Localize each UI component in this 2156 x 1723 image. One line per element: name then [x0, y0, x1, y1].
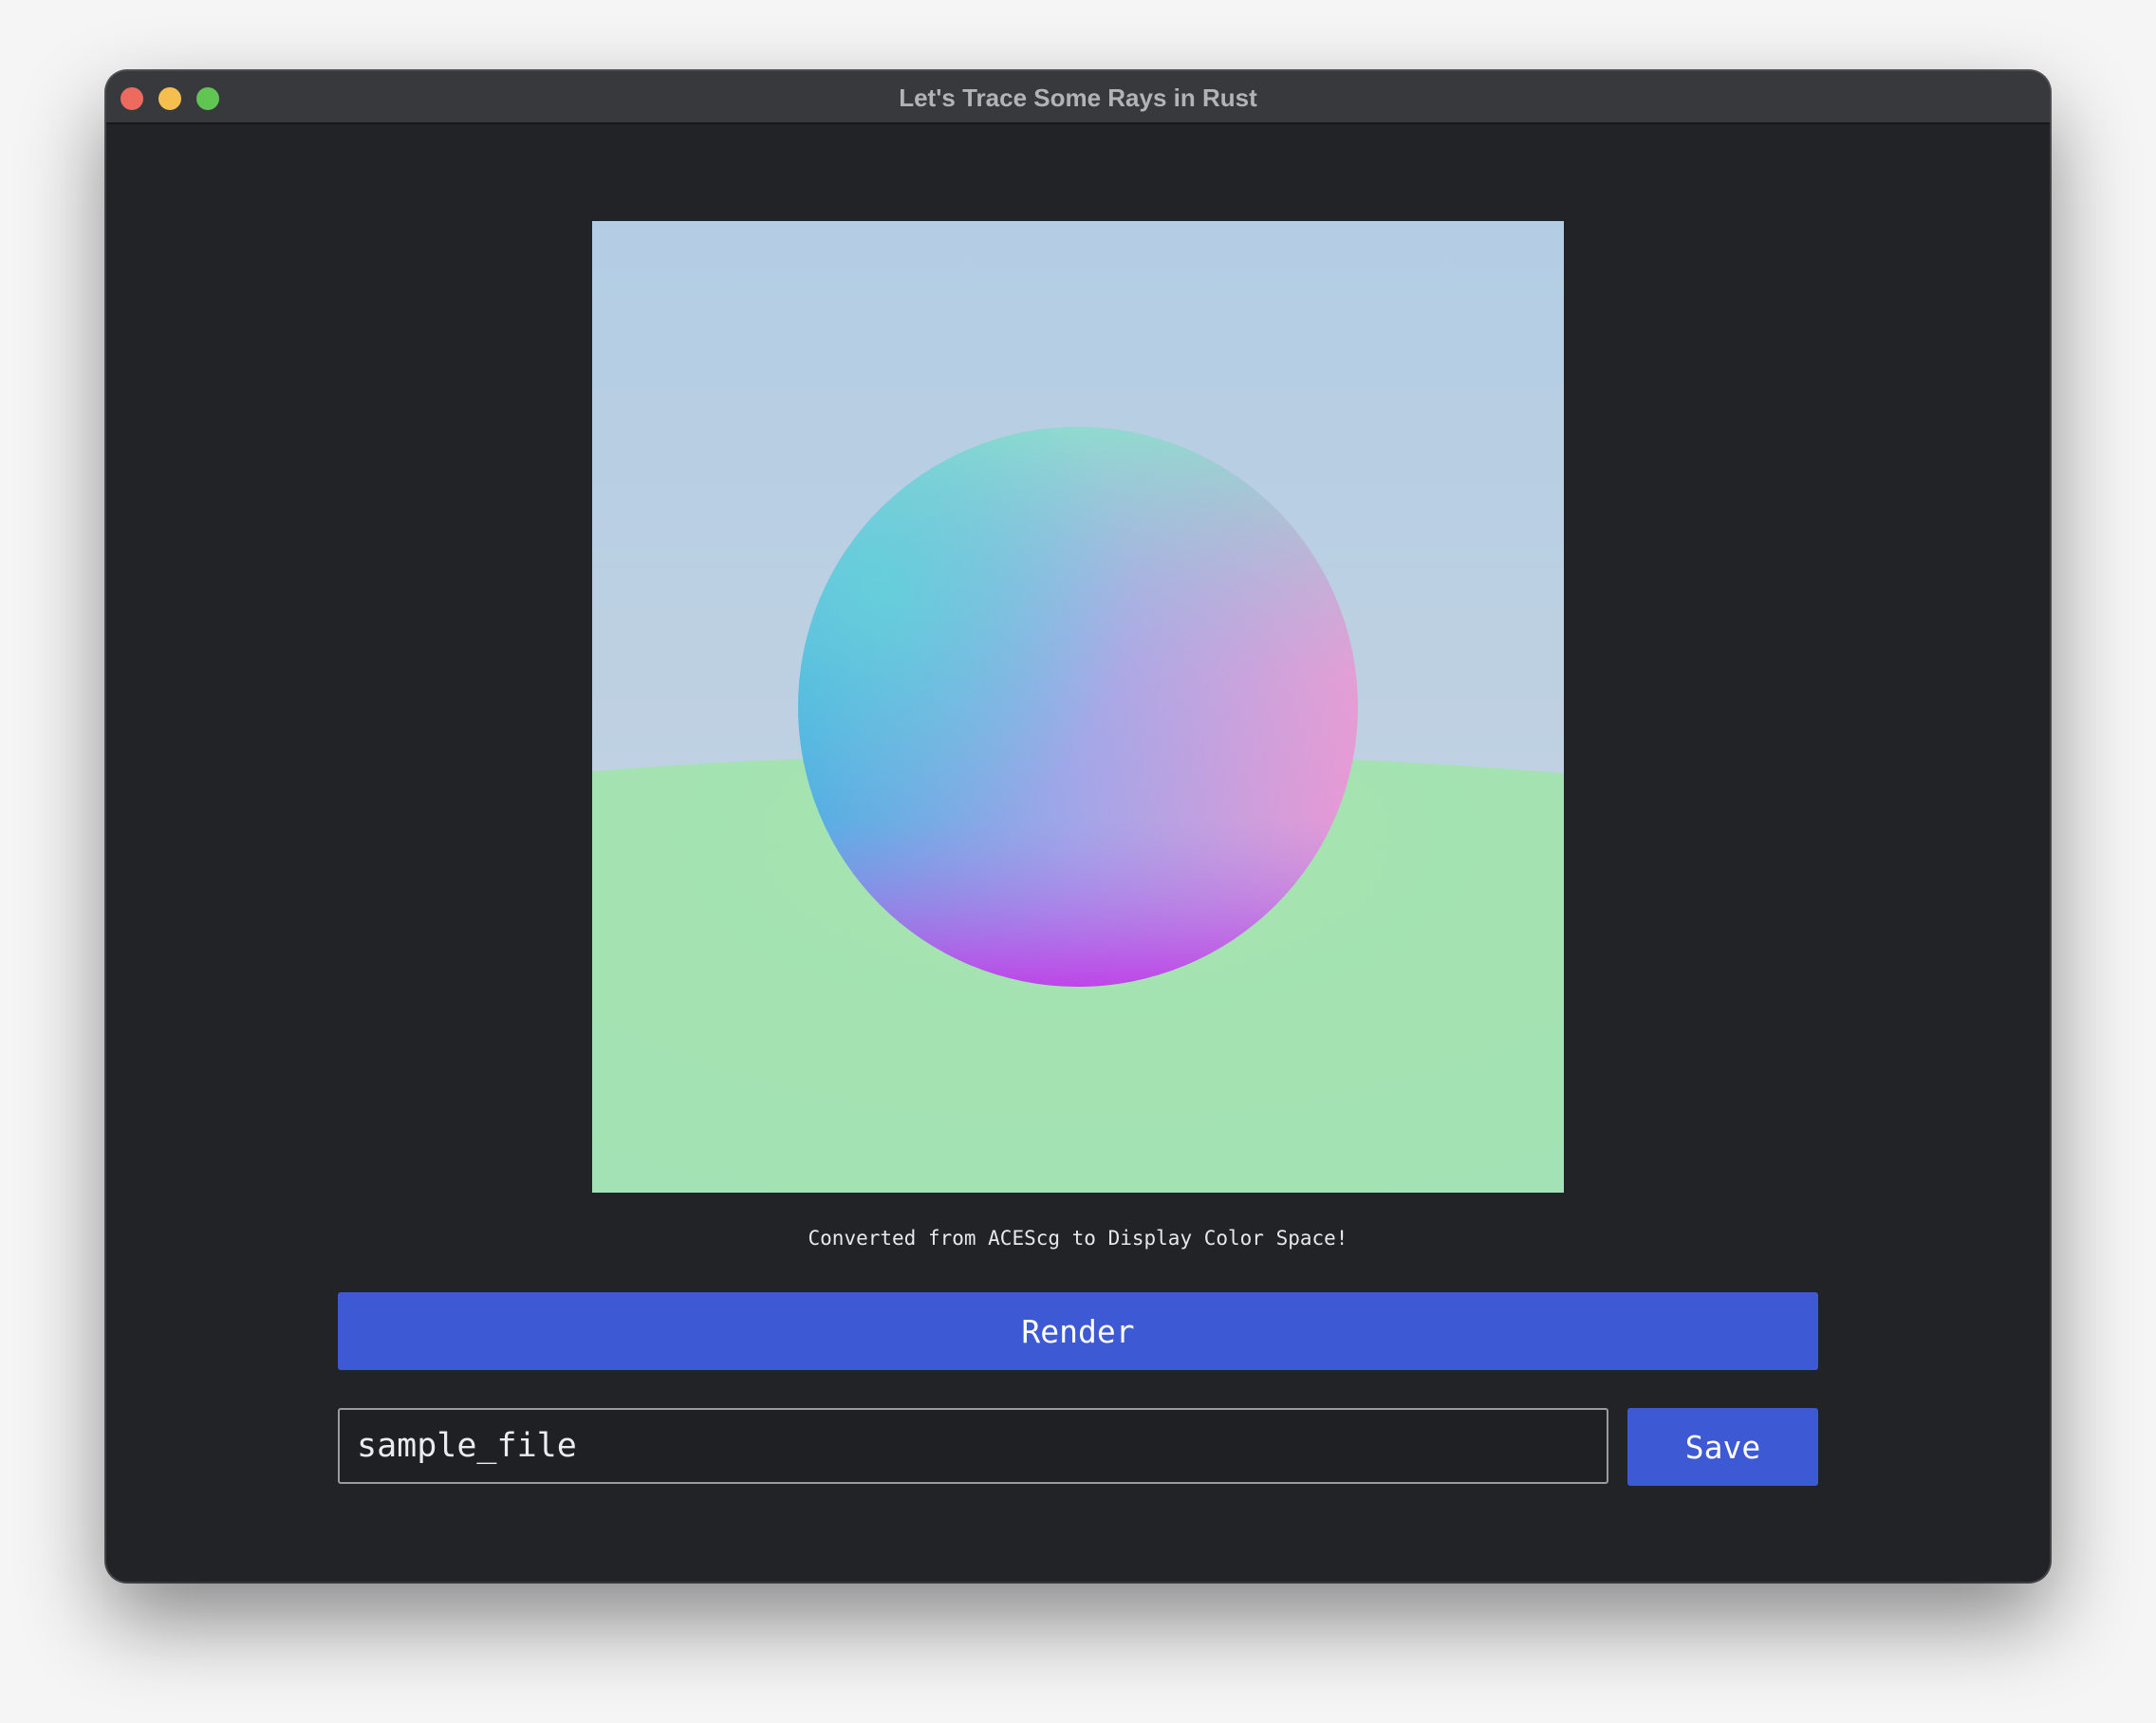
app-window: Let's Trace Some Rays in Rust Converted …: [106, 71, 2050, 1582]
filename-input[interactable]: [338, 1408, 1608, 1484]
title-bar[interactable]: Let's Trace Some Rays in Rust: [106, 71, 2050, 124]
color-space-caption: Converted from ACEScg to Display Color S…: [808, 1227, 1348, 1250]
rendered-image: [592, 221, 1564, 1193]
window-title: Let's Trace Some Rays in Rust: [899, 83, 1257, 112]
sphere-highlight: [798, 427, 1358, 987]
save-button[interactable]: Save: [1627, 1408, 1818, 1486]
rendered-scene: [592, 221, 1564, 1193]
render-button[interactable]: Render: [338, 1292, 1818, 1370]
